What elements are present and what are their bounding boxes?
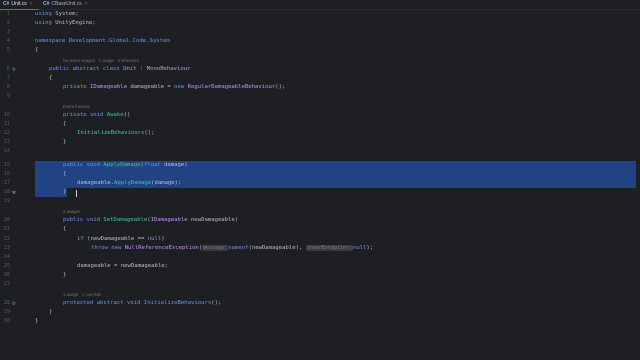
- vertical-scrollbar[interactable]: [636, 10, 640, 360]
- line-number: 29: [3, 309, 10, 315]
- line-number: 13: [3, 139, 10, 145]
- tab-label: Unit.cs: [11, 1, 27, 7]
- code-line: public abstract class Unit : MonoBehavio…: [49, 66, 191, 72]
- code-line: }: [35, 318, 39, 324]
- code-line: public void ApplyDamage(float damage): [63, 162, 188, 168]
- code-line: }: [63, 272, 67, 278]
- line-number: 3: [6, 29, 10, 35]
- line-number: 23: [3, 245, 10, 251]
- code-line: using System;: [35, 11, 79, 17]
- line-number: 6: [6, 66, 10, 72]
- code-line: {: [63, 121, 67, 127]
- code-line: namespace Development.Global.Code.System: [35, 38, 170, 44]
- line-number: 14: [3, 148, 10, 154]
- line-number: 9: [6, 93, 10, 99]
- code-line: using UnityEngine;: [35, 20, 96, 26]
- text-cursor: [76, 190, 77, 197]
- code-line: public void SetDamageable(IDamageable ne…: [63, 217, 239, 223]
- codevision-hint[interactable]: Event function: [63, 102, 90, 111]
- csharp-file-icon: C#: [43, 1, 50, 7]
- tab-unit-cs[interactable]: C# Unit.cs ×: [0, 0, 39, 10]
- line-number: 30: [3, 318, 10, 324]
- line-number: 26: [3, 272, 10, 278]
- inheritance-icon[interactable]: ⊙: [12, 299, 16, 308]
- line-number: 22: [3, 236, 10, 242]
- line-number: 16: [3, 171, 10, 177]
- tab-cbaseunit-cs[interactable]: C# CBaseUnit.cs ×: [40, 0, 89, 9]
- code-line: }: [63, 139, 67, 145]
- line-number: 5: [6, 47, 10, 53]
- close-tab-icon[interactable]: ×: [85, 1, 88, 7]
- selection-line: [35, 170, 640, 179]
- parameter-hint: message:: [202, 245, 229, 251]
- code-line: protected abstract void InitializeBehavi…: [63, 300, 222, 306]
- code-line: private IDamageable damageable = new Reg…: [63, 84, 286, 90]
- codevision-hint[interactable]: No asset usages 1 usage 4 inheritors: [63, 56, 139, 65]
- close-tab-icon[interactable]: ×: [30, 1, 33, 7]
- code-line: }: [63, 189, 67, 195]
- parameter-hint: innerException:: [305, 245, 353, 251]
- tab-label: CBaseUnit.cs: [51, 1, 82, 7]
- hammer-icon[interactable]: ⚒: [12, 188, 16, 197]
- line-number: 4: [6, 38, 10, 44]
- line-number: 21: [3, 226, 10, 232]
- line-number: 18: [3, 189, 10, 195]
- line-number: 12: [3, 130, 10, 136]
- codevision-hint[interactable]: 2 usages: [63, 207, 80, 216]
- code-line: }: [49, 309, 53, 315]
- code-line: InitializeBehaviours();: [77, 130, 155, 136]
- code-line: {: [63, 226, 67, 232]
- code-line: damageable.ApplyDamage(damage);: [77, 180, 182, 186]
- editor-tab-bar: C# Unit.cs × C# CBaseUnit.cs ×: [0, 0, 640, 10]
- code-line: {: [49, 75, 53, 81]
- code-line: if (newDamageable == null): [77, 236, 165, 242]
- line-number: 1: [6, 11, 10, 17]
- line-number: 20: [3, 217, 10, 223]
- csharp-file-icon: C#: [3, 1, 10, 7]
- codevision-hint[interactable]: 1 usage 1 override: [63, 290, 101, 299]
- line-number: 11: [3, 121, 10, 127]
- line-number: 10: [3, 112, 10, 118]
- code-line: private void Awake(): [63, 112, 131, 118]
- code-line: {: [63, 171, 67, 177]
- code-line: damageable = newDamageable;: [77, 263, 168, 269]
- line-number: 8: [6, 84, 10, 90]
- implement-icon[interactable]: ⊙: [12, 65, 16, 74]
- line-number: 2: [6, 20, 10, 26]
- line-number: 19: [3, 198, 10, 204]
- line-number: 25: [3, 263, 10, 269]
- line-number: 17: [3, 180, 10, 186]
- line-number: 28: [3, 300, 10, 306]
- line-number: 24: [3, 254, 10, 260]
- code-line: {: [35, 47, 39, 53]
- line-number: 7: [6, 75, 10, 81]
- code-editor[interactable]: 1 2 3 4 5 6 7 8 9 10 11 12 13 14 15 16 1…: [0, 10, 640, 360]
- line-number: 27: [3, 281, 10, 287]
- code-line: throw new NullReferenceException(message…: [91, 245, 374, 251]
- line-number: 15: [3, 162, 10, 168]
